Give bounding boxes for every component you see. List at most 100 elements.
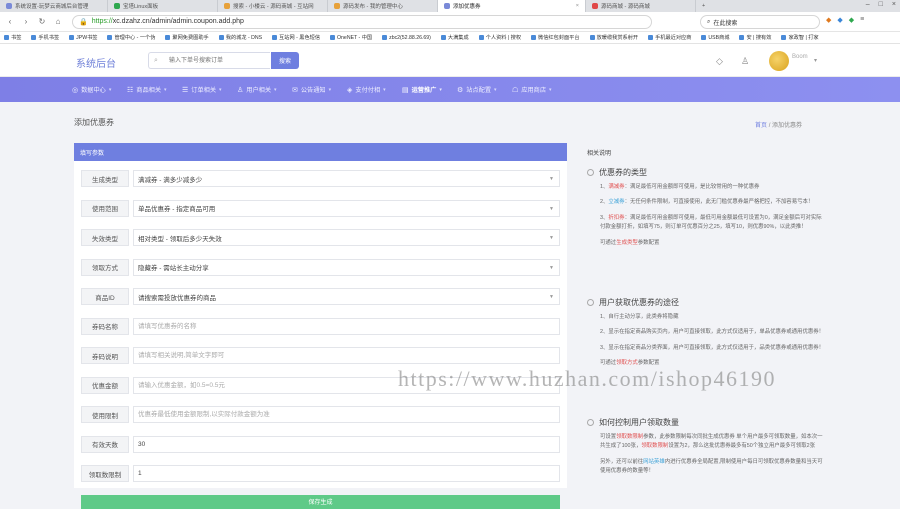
browser-tab[interactable]: 宝塔Linux面板: [108, 0, 218, 12]
menu-item[interactable]: ☰ 订单相关 ▾: [182, 85, 237, 95]
bookmark-item[interactable]: 聚网免费图助手: [165, 34, 209, 41]
extension-icon[interactable]: ◆: [826, 16, 831, 24]
bookmark-item[interactable]: 放暖缆我赏系射开: [589, 34, 638, 41]
reload-icon[interactable]: ↻: [36, 17, 48, 26]
bookmark-item[interactable]: USB商城: [701, 34, 729, 41]
shirt-icon[interactable]: ◇: [716, 56, 723, 67]
bookmark-item[interactable]: OneNET - 中国: [330, 34, 372, 41]
browser-tab[interactable]: 搜索 - 小楼云 - 源码商城 - 互站网: [218, 0, 328, 12]
field-select[interactable]: 相对类型 - 领取后多少天失效 ▼: [133, 229, 560, 246]
field-select[interactable]: 请搜索需投放优惠券的商品 ▼: [133, 288, 560, 305]
bookmark-icon: [107, 35, 113, 40]
menu-icon[interactable]: ≡: [860, 16, 864, 24]
url-field[interactable]: 🔒 https://xc.dzahz.cn/admin/admin.coupon…: [72, 14, 652, 29]
circle-icon: [587, 169, 594, 176]
field-input[interactable]: [133, 317, 560, 335]
search-button[interactable]: 搜索: [271, 52, 299, 69]
close-window-icon[interactable]: ×: [892, 1, 896, 8]
bookmark-item[interactable]: 书签: [4, 34, 21, 41]
bookmark-icon: [31, 35, 37, 40]
bookmark-item[interactable]: zbc2(52.88.26.69): [382, 35, 431, 41]
bookmark-item[interactable]: 互站网 - 黑色短信: [272, 34, 320, 41]
bookmark-icon: [165, 35, 171, 40]
favicon-icon: [592, 3, 598, 9]
bookmark-label: 大满集成: [447, 35, 469, 41]
bookmark-label: 手机最近对应商: [655, 35, 692, 41]
field-input[interactable]: [133, 465, 560, 482]
chevron-down-icon[interactable]: ▾: [814, 57, 817, 64]
browser-tab[interactable]: 源码商城 - 源码商城: [586, 0, 696, 12]
chevron-down-icon: ▾: [383, 86, 386, 93]
lock-icon: 🔒: [79, 18, 88, 26]
bookmark-item[interactable]: 手机最近对应商: [648, 34, 691, 41]
browser-tab[interactable]: 系统设置-玩梦云商城后台管理: [0, 0, 108, 12]
form-row: 领取数限制: [81, 465, 560, 482]
favicon-icon: [114, 3, 120, 9]
browser-extensions: ◆ ◆ ◆ ≡: [826, 16, 864, 24]
chevron-down-icon: ▾: [164, 86, 167, 93]
bookmark-item[interactable]: 安 | 搜有效: [739, 34, 771, 41]
menu-item[interactable]: ◎ 数据中心 ▾: [72, 85, 127, 95]
menu-item[interactable]: ☖ 应用商店 ▾: [512, 85, 567, 95]
browser-search-text: 在此搜索: [713, 20, 738, 27]
bookmark-item[interactable]: 手机书签: [31, 34, 59, 41]
bookmark-item[interactable]: 家政智 | 打家: [781, 34, 819, 41]
form-panel-title: 填写参数: [74, 143, 567, 161]
avatar[interactable]: [769, 51, 789, 71]
menu-item[interactable]: ▤ 运营推广 ▾: [402, 85, 457, 95]
circle-icon: [587, 299, 594, 306]
bookmark-item[interactable]: 我的城龙 - DNS: [218, 34, 262, 41]
field-select[interactable]: 满减券 - 满多少减多少 ▼: [133, 170, 560, 187]
field-select[interactable]: 单品优惠券 - 指定商品可用 ▼: [133, 199, 560, 217]
menu-icon: ⚙: [457, 86, 464, 94]
submit-button[interactable]: 保存生成: [81, 494, 560, 509]
bookmark-item[interactable]: 大满集成: [440, 34, 469, 41]
help-section-title: 优惠券的类型: [599, 168, 647, 177]
browser-search-field[interactable]: ⌕ 在此搜索: [700, 15, 820, 29]
browser-tab-active[interactable]: 添加优惠券 ×: [438, 0, 586, 12]
help-section-title: 如何控制用户领取数量: [599, 418, 679, 427]
browser-tab-bar: 系统设置-玩梦云商城后台管理 宝塔Linux面板 搜索 - 小楼云 - 源码商城…: [0, 0, 900, 12]
menu-item[interactable]: ⚙ 站点配置 ▾: [457, 85, 512, 95]
browser-tab[interactable]: 源码发布 - 我的管理中心: [328, 0, 438, 12]
help-link[interactable]: 网站英雄: [643, 459, 665, 465]
menu-item[interactable]: ✉ 公告通知 ▾: [292, 85, 347, 95]
menu-item[interactable]: ◈ 支付付相 ▾: [347, 85, 402, 95]
order-search-input[interactable]: [148, 52, 270, 69]
user-icon[interactable]: ♙: [741, 56, 749, 67]
forward-icon[interactable]: ›: [20, 17, 32, 26]
site-header: 系统后台 ⌕ 搜索 ◇ ♙ Boom ▾: [0, 44, 900, 77]
menu-icon: ▤: [402, 86, 409, 94]
extension-icon[interactable]: ◆: [837, 16, 842, 24]
bookmark-item[interactable]: JPW书签: [69, 34, 97, 41]
help-link[interactable]: 生成类型: [616, 240, 638, 246]
field-select[interactable]: 隐藏券 - 需站长主动分享 ▼: [133, 258, 560, 276]
user-name: Boom: [792, 54, 808, 60]
new-tab-button[interactable]: +: [696, 0, 711, 12]
maximize-icon[interactable]: □: [879, 1, 883, 8]
bookmarks-bar: 书签 手机书签 JPW书签 管理中心 - 一个伪 聚网免费图助手 我的城龙 - DNS 互站…: [0, 32, 900, 44]
favicon-icon: [6, 3, 12, 9]
minimize-icon[interactable]: –: [866, 1, 870, 8]
back-icon[interactable]: ‹: [4, 17, 16, 26]
close-tab-icon[interactable]: ×: [576, 3, 579, 9]
field-input[interactable]: [133, 435, 560, 453]
field-input[interactable]: [133, 347, 560, 364]
extension-icon[interactable]: ◆: [849, 16, 854, 24]
field-label: 失效类型: [81, 229, 129, 246]
favicon-icon: [334, 3, 340, 9]
form-row: 券码名称: [81, 317, 560, 335]
bookmark-item[interactable]: 个人资料 | 搜权: [478, 34, 521, 41]
bookmark-item[interactable]: 管理中心 - 一个伪: [107, 34, 155, 41]
home-icon[interactable]: ⌂: [52, 17, 64, 26]
field-input[interactable]: [133, 406, 560, 423]
menu-item[interactable]: ☷ 商品相关 ▾: [127, 85, 182, 95]
menu-item[interactable]: ♙ 用户相关 ▾: [237, 85, 292, 95]
breadcrumb-home[interactable]: 首页: [755, 123, 767, 129]
bookmark-item[interactable]: 微信红包封面平台: [531, 34, 580, 41]
bookmark-icon: [382, 35, 388, 40]
chevron-down-icon: ▾: [108, 86, 112, 93]
site-logo[interactable]: 系统后台: [76, 55, 116, 70]
bookmark-icon: [589, 35, 595, 40]
menu-item-label: 用户相关: [246, 87, 272, 94]
